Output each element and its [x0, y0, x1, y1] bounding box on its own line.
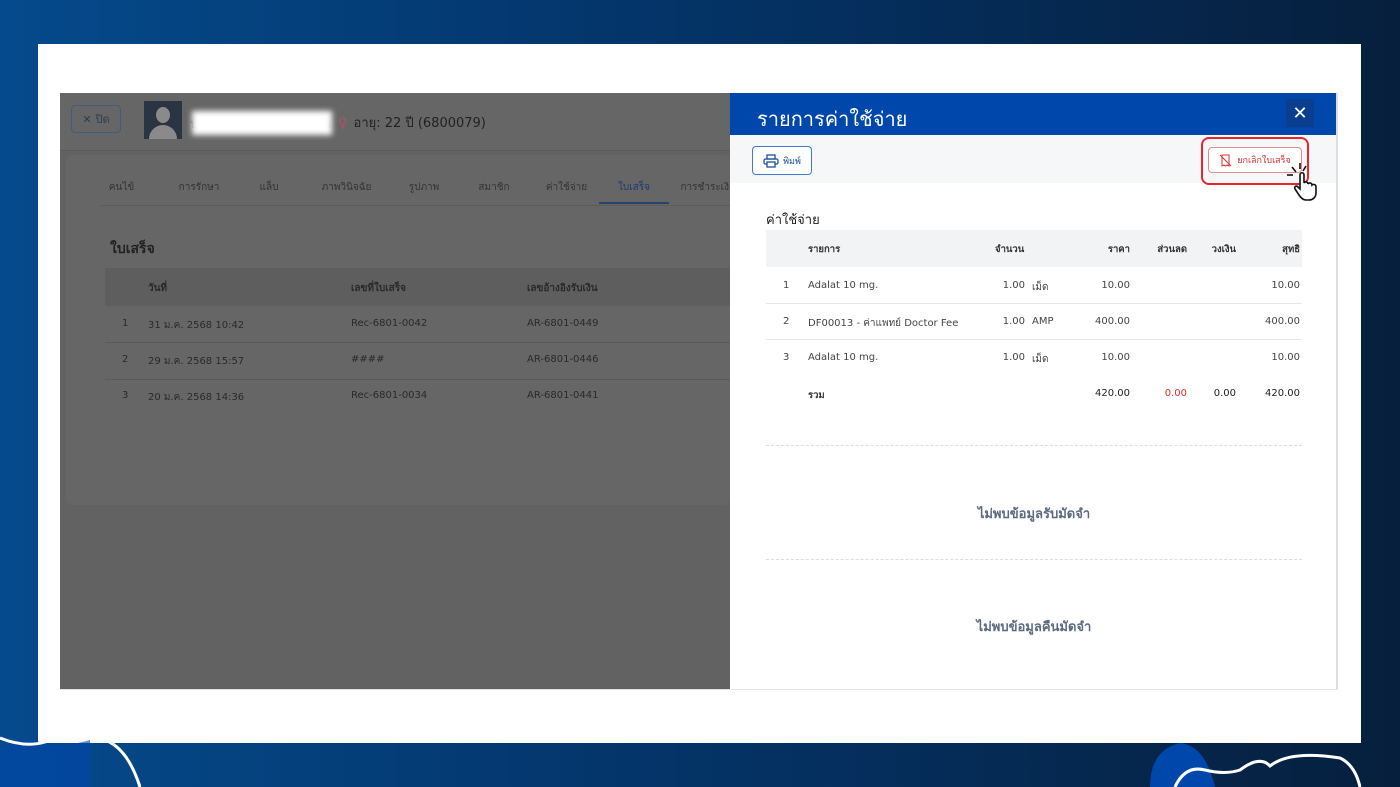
printer-icon [763, 153, 779, 168]
tab-divider [100, 205, 730, 206]
tab-imaging[interactable]: ภาพวินิจฉัย [299, 180, 394, 204]
name-redaction [192, 111, 332, 135]
tab-lab[interactable]: แล็บ [239, 180, 299, 204]
col-net: สุทธิ [1282, 244, 1300, 255]
drawer-toolbar: พิมพ์ ยกเลิกใบเสร็จ [730, 135, 1336, 185]
expense-section-title: ค่าใช้จ่าย [766, 213, 820, 228]
col-receipt-no: เลขที่ใบเสร็จ [351, 283, 406, 294]
receipts-title: ใบเสร็จ [110, 241, 155, 257]
tab-receipts[interactable]: ใบเสร็จ [599, 180, 669, 204]
receipt-off-icon [1219, 154, 1232, 167]
patient-header: ✕ปิด ป ม ♀อายุ: 22 ปี (6800079) [60, 93, 730, 151]
tab-bar: คนไข้ การรักษา แล็บ ภาพวินิจฉัย รูปภาพ ส… [100, 180, 729, 204]
col-date: วันที่ [148, 283, 168, 294]
tab-treatment[interactable]: การรักษา [159, 180, 239, 204]
col-price: ราคา [1107, 244, 1130, 255]
cancel-receipt-label: ยกเลิกใบเสร็จ [1237, 156, 1291, 166]
col-item: รายการ [808, 244, 841, 255]
tab-members[interactable]: สมาชิก [454, 180, 534, 204]
app-screenshot: ✕ปิด ป ม ♀อายุ: 22 ปี (6800079) คนไข้ กา… [60, 93, 1338, 690]
patient-page-dimmed: ✕ปิด ป ม ♀อายุ: 22 ปี (6800079) คนไข้ กา… [60, 93, 730, 690]
close-button[interactable]: ✕ ปิด [71, 105, 121, 133]
pointer-hand-icon [1287, 163, 1317, 201]
close-label: ปิด [95, 113, 110, 126]
print-label: พิมพ์ [783, 156, 801, 167]
tab-expenses[interactable]: ค่าใช้จ่าย [534, 180, 599, 204]
receipts-table-header [105, 268, 730, 306]
gender-icon: ♀ [338, 116, 348, 131]
col-discount: ส่วนลด [1157, 244, 1187, 255]
tab-payment[interactable]: การชำระเงิ [669, 180, 730, 204]
col-qty: จำนวน [995, 244, 1025, 255]
print-button[interactable]: พิมพ์ [752, 146, 812, 175]
empty-refund-message: ไม่พบข้อมูลคืนมัดจำ [976, 620, 1092, 635]
col-credit: วงเงิน [1211, 244, 1236, 255]
close-icon: ✕ [82, 112, 92, 126]
tab-photos[interactable]: รูปภาพ [394, 180, 454, 204]
tab-patient[interactable]: คนไข้ [104, 180, 139, 204]
drawer-close-button[interactable]: ✕ [1286, 99, 1314, 127]
expense-drawer: รายการค่าใช้จ่าย ✕ พิมพ์ ยกเลิกใบเสร็จ ค… [730, 93, 1338, 690]
empty-deposit-message: ไม่พบข้อมูลรับมัดจำ [977, 507, 1091, 522]
avatar [144, 101, 182, 139]
drawer-header: รายการค่าใช้จ่าย ✕ [730, 93, 1336, 135]
patient-age: ♀ อายุ: 22 ปี (6800079) [338, 116, 486, 131]
decorative-waves [0, 735, 1362, 787]
close-icon: ✕ [1292, 102, 1308, 124]
drawer-title: รายการค่าใช้จ่าย [757, 107, 908, 131]
col-ref: เลขอ้างอิงรับเงิน [527, 283, 598, 294]
